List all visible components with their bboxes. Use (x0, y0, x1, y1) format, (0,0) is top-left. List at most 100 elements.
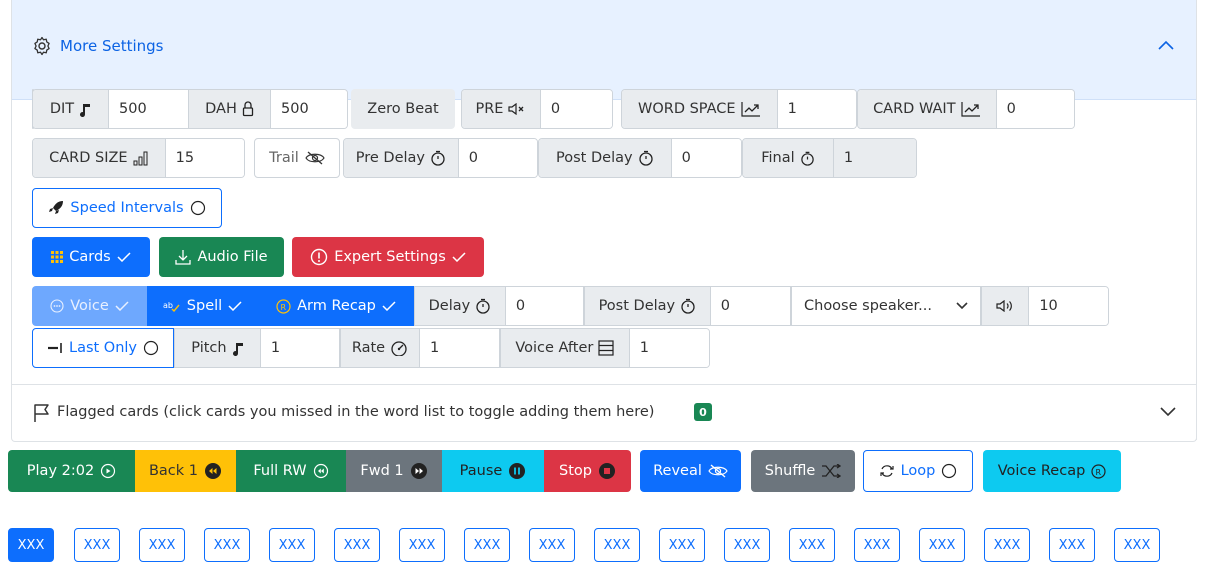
word-card[interactable]: XXX (74, 528, 120, 562)
rate-input[interactable]: 1 (419, 329, 499, 367)
flagged-cards-header[interactable]: Flagged cards (click cards you missed in… (12, 384, 1196, 442)
rewind-circle-icon (313, 463, 329, 479)
dit-label: DIT (33, 90, 109, 128)
voice-recap-button[interactable]: Voice Recap R (983, 450, 1121, 492)
word-card[interactable]: XXX (204, 528, 250, 562)
skip-back-icon (204, 462, 222, 480)
word-card[interactable]: XXX (334, 528, 380, 562)
speaker-select[interactable]: Choose speaker... (791, 286, 981, 326)
card-wait-label: CARD WAIT (858, 90, 997, 128)
chevron-up-icon[interactable] (1158, 40, 1174, 50)
check-icon (117, 252, 131, 262)
word-space-label: WORD SPACE (622, 90, 778, 128)
word-card[interactable]: XXX (399, 528, 445, 562)
music-note-icon (79, 101, 91, 117)
voice-button[interactable]: Voice (32, 286, 147, 326)
check-icon (382, 301, 396, 311)
voice-delay-input[interactable]: 0 (505, 287, 583, 325)
chart-up-icon (960, 101, 981, 117)
pre-delay-input[interactable]: 0 (458, 139, 537, 177)
bar-chart-icon (133, 150, 149, 166)
final-label: Final (743, 139, 834, 177)
reveal-button[interactable]: Reveal (640, 450, 741, 492)
word-card[interactable]: XXX (919, 528, 965, 562)
word-card[interactable]: XXX (269, 528, 315, 562)
back-button[interactable]: Back 1 (135, 450, 236, 492)
volume-up-icon (996, 300, 1014, 312)
rate-group: Rate 1 (340, 328, 500, 368)
word-card[interactable]: XXX (724, 528, 770, 562)
word-space-input[interactable]: 1 (777, 90, 856, 128)
post-delay-label: Post Delay (539, 139, 672, 177)
voice-delay-group: Delay 0 (414, 286, 584, 326)
pause-circle-icon (508, 462, 526, 480)
play-button[interactable]: Play 2:02 (8, 450, 135, 492)
gear-icon (32, 36, 52, 56)
stop-button[interactable]: Stop (544, 450, 631, 492)
audio-file-button[interactable]: Audio File (159, 237, 284, 277)
full-rw-button[interactable]: Full RW (236, 450, 346, 492)
loop-button[interactable]: Loop (863, 450, 973, 492)
word-card[interactable]: XXX (139, 528, 185, 562)
speech-icon (50, 299, 64, 313)
card-size-input[interactable]: 15 (165, 139, 244, 177)
volume-input[interactable]: 10 (1029, 287, 1108, 325)
arm-recap-button[interactable]: R Arm Recap (258, 286, 414, 326)
word-card[interactable]: XXX (594, 528, 640, 562)
word-card[interactable]: XXX (854, 528, 900, 562)
voice-post-delay-label: Post Delay (585, 287, 711, 325)
speed-intervals-button[interactable]: Speed Intervals (32, 188, 222, 228)
dah-input[interactable]: 500 (271, 90, 347, 128)
play-circle-icon (100, 463, 116, 479)
chevron-down-icon (956, 302, 968, 310)
pitch-label: Pitch (175, 329, 261, 367)
final-input[interactable]: 1 (833, 139, 916, 177)
rate-label: Rate (341, 329, 420, 367)
speedometer-icon (390, 340, 408, 356)
stopwatch-icon (475, 298, 491, 314)
last-only-button[interactable]: Last Only (32, 328, 174, 368)
word-card[interactable]: XXX (1114, 528, 1160, 562)
volume-group: 10 (981, 286, 1109, 326)
lock-open-icon (242, 101, 254, 117)
rocket-icon (48, 200, 64, 216)
word-card[interactable]: XXX (529, 528, 575, 562)
spell-button[interactable]: ab Spell (147, 286, 258, 326)
eye-slash-icon (708, 464, 728, 478)
more-settings-header[interactable]: More Settings (12, 0, 1196, 100)
card-wait-input[interactable]: 0 (996, 90, 1074, 128)
pre-input[interactable]: 0 (540, 90, 612, 128)
fwd-button[interactable]: Fwd 1 (346, 450, 442, 492)
circle-icon (190, 200, 206, 216)
post-delay-input[interactable]: 0 (671, 139, 741, 177)
check-icon (452, 252, 466, 262)
shuffle-button[interactable]: Shuffle (751, 450, 855, 492)
pitch-input[interactable]: 1 (260, 329, 339, 367)
card-size-label: CARD SIZE (33, 139, 166, 177)
expert-settings-button[interactable]: Expert Settings (292, 237, 484, 277)
word-card[interactable]: XXX (659, 528, 705, 562)
pre-label: PRE (462, 90, 541, 128)
circle-icon (143, 340, 159, 356)
word-card[interactable]: XXX (464, 528, 510, 562)
voice-after-group: Voice After 1 (500, 328, 710, 368)
grid-icon (51, 251, 64, 263)
voice-after-label: Voice After (501, 329, 630, 367)
cards-button[interactable]: Cards (32, 237, 150, 277)
volume-mute-icon (508, 103, 526, 115)
zero-beat-button[interactable]: Zero Beat (351, 89, 455, 129)
r-circle-icon: R (276, 298, 291, 314)
word-card[interactable]: XXX (789, 528, 835, 562)
chevron-down-icon[interactable] (1160, 407, 1176, 417)
word-card[interactable]: XXX (8, 528, 54, 562)
trail-button[interactable]: Trail (254, 138, 340, 178)
word-space-group: WORD SPACE 1 (621, 89, 857, 129)
voice-post-delay-input[interactable]: 0 (710, 287, 790, 325)
pitch-group: Pitch 1 (174, 328, 340, 368)
dit-input[interactable]: 500 (109, 90, 189, 128)
check-icon (115, 301, 129, 311)
word-card[interactable]: XXX (1049, 528, 1095, 562)
word-card[interactable]: XXX (984, 528, 1030, 562)
voice-after-input[interactable]: 1 (629, 329, 709, 367)
pause-button[interactable]: Pause (442, 450, 544, 492)
